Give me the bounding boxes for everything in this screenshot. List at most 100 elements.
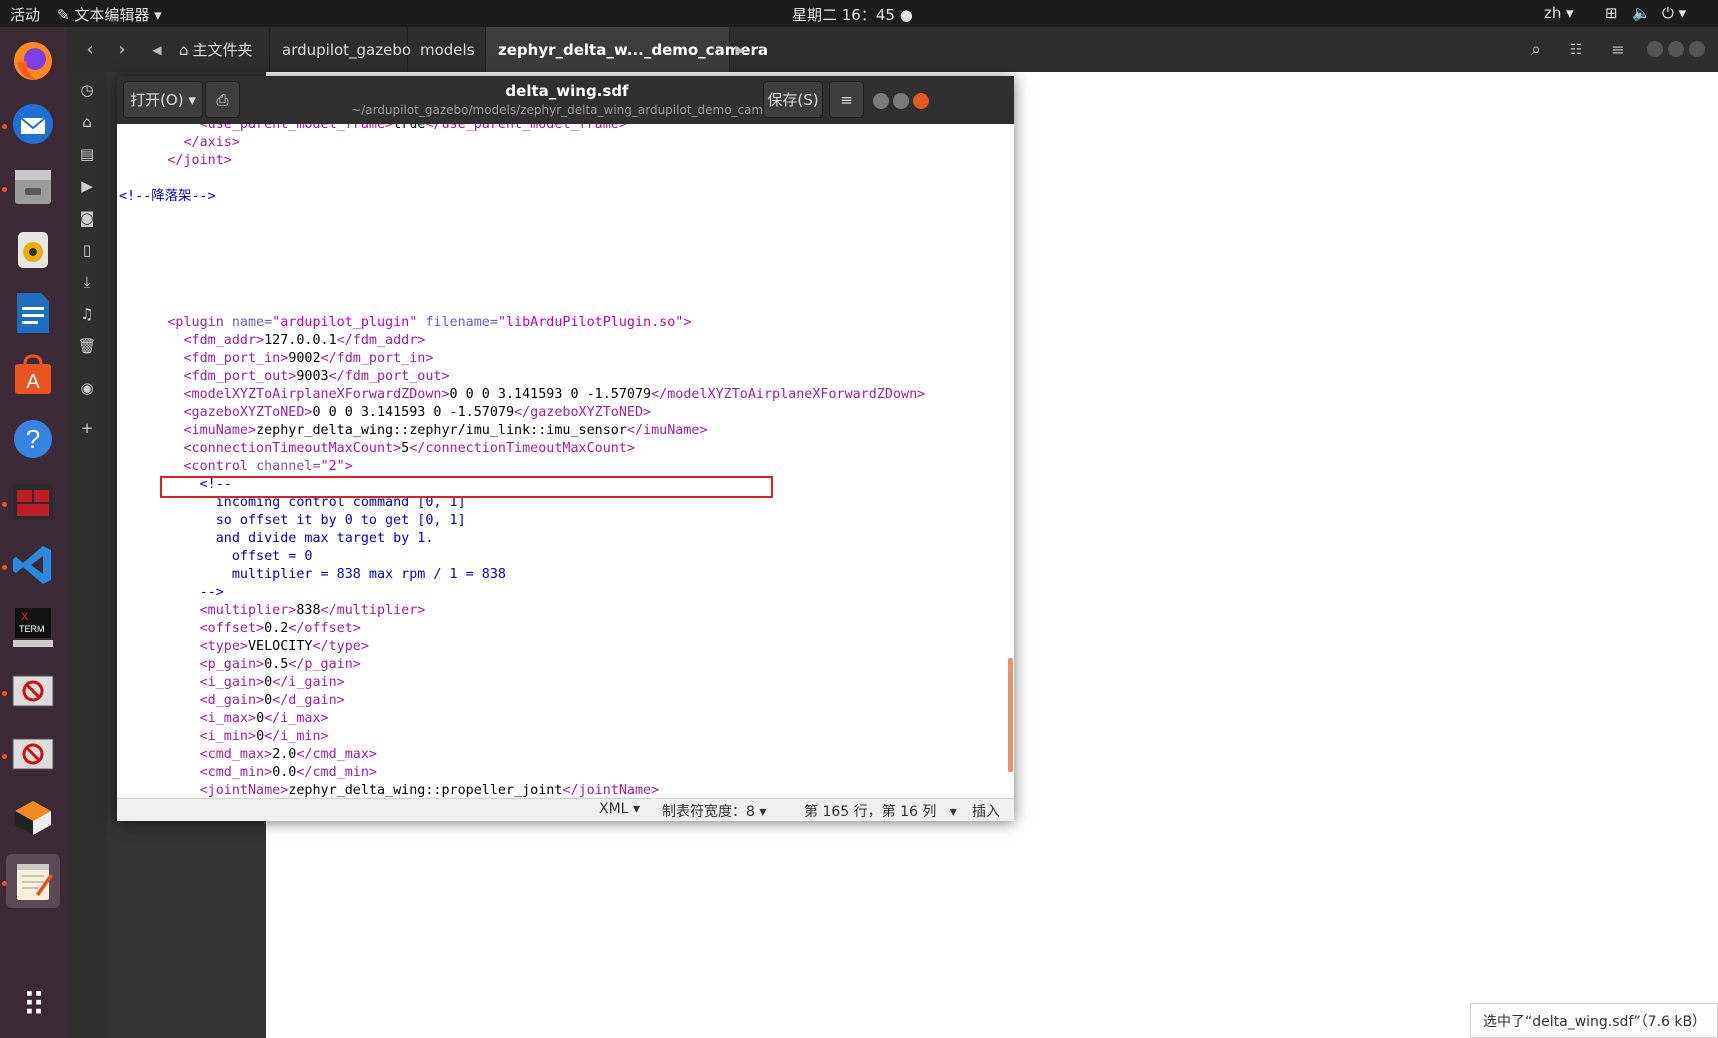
scrollbar-thumb[interactable] [1008,658,1013,772]
network-icon[interactable]: ⊞ [1605,4,1618,22]
new-document-icon: ⎙ [216,90,229,109]
hamburger-menu-icon: ≡ [840,90,853,109]
rhythmbox-icon [18,232,48,268]
disc-icon[interactable]: ◉ [77,378,97,398]
dock-files[interactable] [6,160,60,214]
libreoffice-writer-icon [17,293,49,333]
recent-icon[interactable]: ◷ [77,80,97,100]
text-editor-window: 打开(O) ▾ ⎙ delta_wing.sdf ~/ardupilot_gaz… [117,76,1014,821]
dock-firefox[interactable] [6,34,60,88]
home-icon: ⌂ [179,40,189,59]
files-icon [15,170,51,204]
desktop-folder-icon[interactable]: ▤ [77,144,97,164]
tab-width-selector[interactable]: 制表符宽度：8 ▾ [662,801,766,821]
top-bar: 活动 ✎ 文本编辑器 ▾ 星期二 16：45 ● zh ▾ ⊞ 🔈 ⏻ ▾ [0,0,1718,27]
text-editor-icon [17,864,53,900]
show-apps-icon[interactable]: ⠿ [14,985,54,1025]
chevron-down-icon: ▾ [759,804,767,820]
power-icon[interactable]: ⏻ ▾ [1662,4,1686,22]
dock-xterm[interactable]: X TERM [6,601,60,655]
maximize-icon[interactable] [893,93,909,109]
view-toggle-icon[interactable]: ☷ [1561,27,1591,72]
highlight-box [160,476,773,498]
blocked-app-icon-2 [12,738,54,770]
editor-status-bar: XML ▾ 制表符宽度：8 ▾ 第 165 行，第 16 列 ▾ 插入 [117,798,1014,821]
activities-button[interactable]: 活动 [10,4,40,25]
insert-mode: 插入 [972,804,1000,820]
dock-writer[interactable] [6,286,60,340]
dock-blocked-app-2[interactable] [6,727,60,781]
menu-button[interactable]: ≡ [829,81,864,118]
app-menu-label: 文本编辑器 [74,6,150,24]
minimize-icon[interactable] [873,93,889,109]
save-button[interactable]: 保存(S) [763,81,823,118]
tab-width-label: 制表符宽度：8 [662,804,755,820]
close-icon[interactable] [913,93,929,109]
breadcrumb-left-arrow-icon[interactable]: ◀ [147,27,167,72]
open-button-label: 打开(O) [130,91,184,109]
dock-help[interactable]: ? [6,412,60,466]
firefox-icon [14,42,52,80]
help-icon: ? [14,420,52,458]
dock-blocked-app[interactable] [6,664,60,718]
software-center-icon: A [15,354,51,394]
cursor-position-selector[interactable]: 第 165 行，第 16 列 ▾ [804,801,957,821]
editor-header-bar: 打开(O) ▾ ⎙ delta_wing.sdf ~/ardupilot_gaz… [117,76,1014,124]
breadcrumb-models[interactable]: models [408,27,486,72]
music-icon[interactable]: ♫ [77,304,97,324]
blocked-app-icon [12,675,54,707]
language-indicator[interactable]: zh ▾ [1544,4,1574,22]
maximize-icon[interactable] [1668,41,1684,57]
svg-text:X: X [21,611,29,623]
chevron-down-icon: ▾ [632,801,640,817]
breadcrumb-label: 主文件夹 [192,41,253,59]
breadcrumb-home[interactable]: ⌂ 主文件夹 [167,27,270,72]
breadcrumb-label: zephyr_delta_w..._demo_camera [498,40,769,59]
language-selector[interactable]: XML ▾ [599,801,640,817]
dock-vscode[interactable] [6,538,60,592]
close-icon[interactable] [1689,41,1705,57]
back-icon[interactable]: ‹ [75,27,105,72]
dock-text-editor[interactable] [6,854,60,908]
svg-text:?: ? [26,424,40,454]
thunderbird-icon [13,104,53,144]
videos-icon[interactable]: ▶ [77,176,97,196]
dock-thunderbird[interactable] [6,97,60,151]
clock[interactable]: 星期二 16：45 ● [792,4,913,25]
dock-rhythmbox[interactable] [6,223,60,277]
files-header-bar: ‹ › ◀ ⌂ 主文件夹 ardupilot_gazebo models zep… [67,27,1718,72]
documents-icon[interactable]: ▯ [77,240,97,260]
menu-icon[interactable]: ≡ [1603,27,1633,72]
breadcrumb-right-arrow-icon[interactable]: ▶ [730,27,750,72]
forward-icon[interactable]: › [107,27,137,72]
chevron-down-icon: ▾ [154,6,162,24]
trash-icon[interactable]: 🗑 [77,336,97,356]
svg-text:A: A [26,371,40,393]
breadcrumb-current-folder[interactable]: zephyr_delta_w..._demo_camera [486,27,768,72]
launcher-dock: A ? X TERM ⠿ [0,27,67,1038]
breadcrumb-ardupilot-gazebo[interactable]: ardupilot_gazebo [270,27,412,72]
search-icon[interactable]: ⌕ [1521,27,1551,72]
dock-terminal[interactable] [6,475,60,529]
language-label: XML [599,801,629,817]
files-sidebar-icons: ◷ ⌂ ▤ ▶ ◙ ▯ ⤓ ♫ 🗑 ◉ + [67,72,107,1038]
breadcrumb-label: ardupilot_gazebo [282,40,412,59]
minimize-icon[interactable] [1647,41,1663,57]
terminal-icon [13,484,53,520]
window-subtitle: ~/ardupilot_gazebo/models/zephyr_delta_w… [351,103,783,117]
downloads-icon[interactable]: ⤓ [77,272,97,292]
pictures-icon[interactable]: ◙ [77,208,97,228]
dock-software[interactable]: A [6,349,60,403]
new-tab-button[interactable]: ⎙ [205,81,240,118]
chevron-down-icon: ▾ [940,804,957,820]
notification-dot-icon: ● [899,6,913,24]
dock-3d-box[interactable] [6,790,60,844]
open-button[interactable]: 打开(O) ▾ [123,81,203,118]
selection-notification: 选中了“delta_wing.sdf”（7.6 kB） [1470,1003,1718,1038]
home-icon[interactable]: ⌂ [77,112,97,132]
volume-icon[interactable]: 🔈 [1632,4,1651,22]
app-menu-button[interactable]: ✎ 文本编辑器 ▾ [57,4,162,25]
code-editor[interactable]: <use_parent_model_frame>true</use_parent… [117,124,1014,798]
code-text: <use_parent_model_frame>true</use_parent… [119,124,926,798]
other-locations-icon[interactable]: + [77,418,97,438]
